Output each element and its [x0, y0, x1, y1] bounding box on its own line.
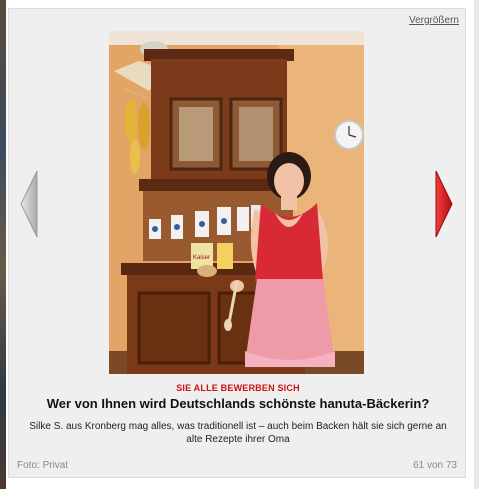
- gallery-photo[interactable]: Kaiser: [109, 31, 364, 374]
- right-page-edge: [474, 0, 479, 489]
- enlarge-link[interactable]: Vergrößern: [409, 15, 459, 26]
- arrow-right-icon: [435, 170, 453, 238]
- baker-photo-image: Kaiser: [109, 31, 364, 374]
- photo-credit: Foto: Privat: [17, 460, 69, 471]
- flour-package-label: Kaiser: [193, 255, 210, 261]
- next-arrow-button[interactable]: [434, 169, 454, 239]
- left-page-edge: [0, 0, 6, 489]
- previous-arrow-button[interactable]: [19, 169, 39, 239]
- photo-gallery: Vergrößern Kaiser SIE ALLE BEWERBEN SICH…: [8, 8, 466, 478]
- caption-kicker: SIE ALLE BEWERBEN SICH: [176, 383, 300, 393]
- image-counter: 61 von 73: [413, 460, 457, 471]
- arrow-left-icon: [20, 170, 38, 238]
- wall-clock: [334, 120, 364, 150]
- caption-title: Wer von Ihnen wird Deutschlands schönste…: [46, 396, 430, 411]
- caption-description: Silke S. aus Kronberg mag alles, was tra…: [29, 421, 447, 445]
